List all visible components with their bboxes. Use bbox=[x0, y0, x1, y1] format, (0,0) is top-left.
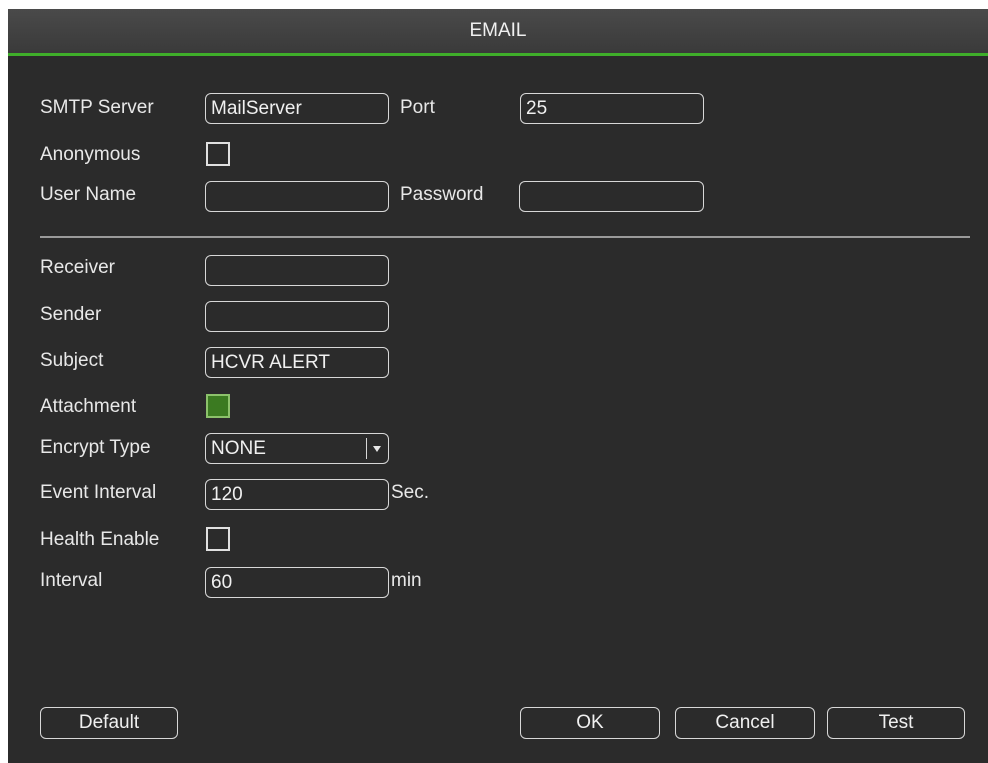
window-title: EMAIL bbox=[469, 20, 527, 41]
attachment-checkbox[interactable] bbox=[206, 394, 230, 418]
username-input[interactable] bbox=[205, 181, 389, 212]
section-divider bbox=[40, 236, 970, 238]
anonymous-label: Anonymous bbox=[40, 144, 141, 165]
subject-input[interactable]: HCVR ALERT bbox=[205, 347, 389, 378]
event-interval-unit: Sec. bbox=[391, 482, 430, 503]
anonymous-checkbox[interactable] bbox=[206, 142, 230, 166]
smtp-server-input[interactable]: MailServer bbox=[205, 93, 389, 124]
event-interval-input[interactable]: 120 bbox=[205, 479, 389, 510]
sender-input[interactable] bbox=[205, 301, 389, 332]
password-label: Password bbox=[400, 184, 484, 205]
receiver-label: Receiver bbox=[40, 257, 115, 278]
email-settings-window: EMAIL SMTP Server MailServer Port 25 Ano… bbox=[8, 9, 988, 763]
title-underline bbox=[8, 53, 988, 56]
health-enable-checkbox[interactable] bbox=[206, 527, 230, 551]
port-label: Port bbox=[400, 97, 435, 118]
subject-label: Subject bbox=[40, 350, 104, 371]
attachment-label: Attachment bbox=[40, 396, 137, 417]
sender-label: Sender bbox=[40, 304, 102, 325]
default-button[interactable]: Default bbox=[40, 707, 178, 739]
interval-input[interactable]: 60 bbox=[205, 567, 389, 598]
ok-button[interactable]: OK bbox=[520, 707, 660, 739]
chevron-down-icon bbox=[373, 445, 381, 452]
encrypt-type-select[interactable]: NONE bbox=[205, 433, 389, 464]
dropdown-button[interactable] bbox=[366, 438, 387, 459]
username-label: User Name bbox=[40, 184, 137, 205]
interval-unit: min bbox=[391, 570, 422, 591]
health-enable-label: Health Enable bbox=[40, 529, 160, 550]
test-button[interactable]: Test bbox=[827, 707, 965, 739]
event-interval-label: Event Interval bbox=[40, 482, 157, 503]
password-input[interactable] bbox=[519, 181, 704, 212]
port-input[interactable]: 25 bbox=[520, 93, 704, 124]
interval-label: Interval bbox=[40, 570, 103, 591]
encrypt-type-value: NONE bbox=[211, 438, 266, 459]
encrypt-type-label: Encrypt Type bbox=[40, 437, 151, 458]
title-bar: EMAIL bbox=[8, 9, 988, 53]
receiver-input[interactable] bbox=[205, 255, 389, 286]
smtp-server-label: SMTP Server bbox=[40, 97, 154, 118]
cancel-button[interactable]: Cancel bbox=[675, 707, 815, 739]
